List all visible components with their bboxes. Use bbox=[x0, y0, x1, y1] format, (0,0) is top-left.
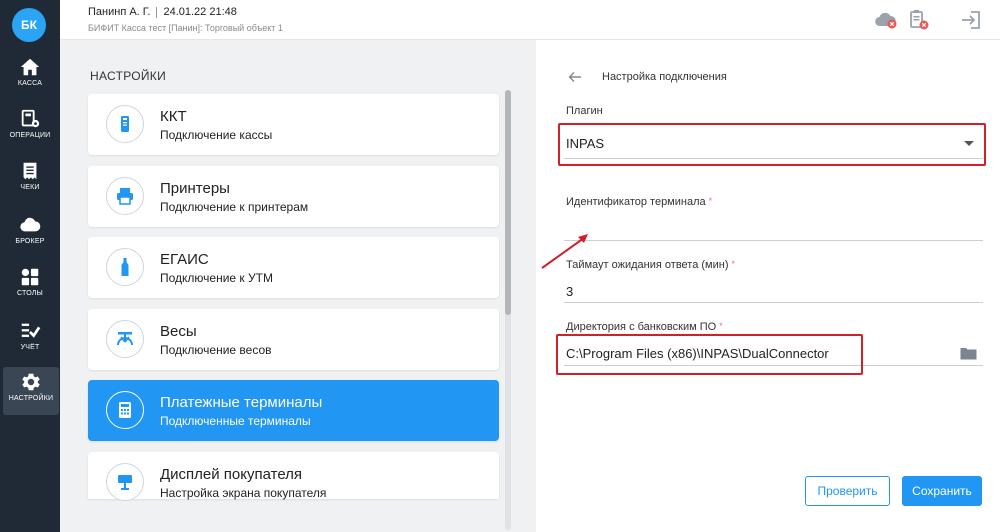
sidebar: БК КАССА ОПЕРАЦИИ ЧЕКИ БРОКЕР СТОЛЫ УЧЁТ… bbox=[0, 0, 60, 532]
sidebar-item-settings[interactable]: НАСТРОЙКИ bbox=[3, 367, 59, 415]
settings-card-kkt[interactable]: ККТ Подключение кассы bbox=[88, 94, 499, 155]
operations-icon bbox=[21, 109, 40, 128]
card-subtitle: Подключенные терминалы bbox=[160, 414, 311, 428]
card-title: Платежные терминалы bbox=[160, 394, 323, 411]
header-user-line: Панинп А. Г. 24.01.22 21:48 bbox=[88, 6, 237, 18]
timeout-input[interactable]: 3 bbox=[566, 284, 573, 299]
bottle-icon bbox=[121, 258, 129, 276]
directory-highlight-box bbox=[556, 334, 863, 375]
save-button[interactable]: Сохранить bbox=[902, 476, 982, 506]
calculator-icon bbox=[119, 402, 131, 418]
sidebar-item-label: НАСТРОЙКИ bbox=[8, 395, 54, 402]
card-icon-wrap bbox=[106, 248, 144, 286]
card-subtitle: Подключение к принтерам bbox=[160, 200, 309, 214]
card-title: ЕГАИС bbox=[160, 251, 209, 268]
folder-icon[interactable] bbox=[960, 347, 977, 360]
cloud-icon bbox=[20, 217, 41, 232]
back-arrow-icon[interactable] bbox=[568, 71, 582, 83]
sidebar-item-accounting[interactable]: УЧЁТ bbox=[0, 316, 60, 366]
clipboard-status-icon bbox=[910, 10, 929, 30]
card-subtitle: Настройка экрана покупателя bbox=[160, 486, 327, 500]
sidebar-item-label: ОПЕРАЦИИ bbox=[9, 132, 51, 139]
display-icon bbox=[118, 475, 132, 490]
sidebar-item-broker[interactable]: БРОКЕР bbox=[0, 210, 60, 260]
settings-card-scales[interactable]: Весы Подключение весов bbox=[88, 309, 499, 370]
settings-card-printers[interactable]: Принтеры Подключение к принтерам bbox=[88, 166, 499, 227]
sidebar-item-label: ЧЕКИ bbox=[20, 184, 40, 191]
annotation-arrow-icon bbox=[541, 234, 588, 269]
cloud-status-button[interactable] bbox=[874, 8, 900, 32]
header-divider bbox=[156, 6, 158, 18]
terminal-id-label: Идентификатор терминала * bbox=[566, 196, 713, 208]
sidebar-item-operations[interactable]: ОПЕРАЦИИ bbox=[0, 104, 60, 154]
logout-button[interactable] bbox=[958, 8, 984, 32]
tables-icon bbox=[21, 268, 39, 286]
settings-panel: НАСТРОЙКИ ККТ Подключение кассы Принтеры… bbox=[60, 40, 536, 532]
card-subtitle: Подключение к УТМ bbox=[160, 271, 273, 285]
sidebar-item-label: СТОЛЫ bbox=[17, 290, 43, 297]
directory-label: Директория с банковским ПО * bbox=[566, 321, 723, 333]
connection-panel: Настройка подключения Плагин INPAS Идент… bbox=[536, 40, 1000, 532]
clipboard-status-button[interactable] bbox=[906, 8, 932, 32]
card-title: Весы bbox=[160, 323, 197, 340]
card-title: ККТ bbox=[160, 108, 187, 125]
timeout-underline bbox=[564, 302, 983, 303]
settings-card-egais[interactable]: ЕГАИС Подключение к УТМ bbox=[88, 237, 499, 298]
card-icon-wrap bbox=[106, 320, 144, 358]
card-subtitle: Подключение кассы bbox=[160, 128, 273, 142]
settings-card-payment-terminals[interactable]: Платежные терминалы Подключенные термина… bbox=[88, 380, 499, 441]
receipt-icon bbox=[23, 162, 37, 180]
header-subtitle: БИФИТ Касса тест [Панин]: Торговый объек… bbox=[88, 23, 283, 33]
sidebar-item-label: БРОКЕР bbox=[15, 238, 45, 245]
printer-icon bbox=[117, 188, 133, 205]
sidebar-item-label: УЧЁТ bbox=[20, 344, 40, 351]
card-icon-wrap bbox=[106, 105, 144, 143]
scales-icon bbox=[117, 332, 133, 346]
check-button[interactable]: Проверить bbox=[805, 476, 890, 506]
logout-icon bbox=[962, 11, 980, 29]
sidebar-item-kassa[interactable]: КАССА bbox=[0, 52, 60, 102]
plugin-label: Плагин bbox=[566, 105, 603, 117]
required-mark: * bbox=[708, 196, 713, 206]
home-icon bbox=[20, 58, 40, 76]
card-icon-wrap bbox=[106, 391, 144, 429]
settings-scrollbar-thumb[interactable] bbox=[505, 90, 511, 315]
app-logo[interactable]: БК bbox=[12, 8, 46, 42]
gear-icon bbox=[22, 373, 40, 391]
settings-card-customer-display[interactable]: Дисплей покупателя Настройка экрана поку… bbox=[88, 452, 499, 501]
settings-title: НАСТРОЙКИ bbox=[90, 69, 167, 83]
top-header: Панинп А. Г. 24.01.22 21:48 БИФИТ Касса т… bbox=[60, 0, 1000, 40]
required-mark: * bbox=[731, 259, 736, 269]
user-name: Панинп А. Г. bbox=[88, 6, 151, 18]
sidebar-item-receipts[interactable]: ЧЕКИ bbox=[0, 156, 60, 206]
required-mark: * bbox=[719, 321, 723, 331]
sidebar-item-label: КАССА bbox=[17, 80, 43, 87]
sidebar-item-tables[interactable]: СТОЛЫ bbox=[0, 262, 60, 312]
header-datetime: 24.01.22 21:48 bbox=[163, 6, 237, 18]
connection-title: Настройка подключения bbox=[602, 71, 727, 83]
card-icon-wrap bbox=[106, 463, 144, 501]
card-subtitle: Подключение весов bbox=[160, 343, 272, 357]
card-icon-wrap bbox=[106, 177, 144, 215]
cloud-status-icon bbox=[875, 12, 897, 29]
plugin-highlight-box bbox=[558, 123, 986, 166]
terminal-id-underline bbox=[564, 240, 983, 241]
kkt-icon bbox=[121, 116, 129, 132]
card-title: Дисплей покупателя bbox=[160, 466, 303, 483]
accounting-icon bbox=[21, 323, 41, 338]
card-title: Принтеры bbox=[160, 180, 230, 197]
